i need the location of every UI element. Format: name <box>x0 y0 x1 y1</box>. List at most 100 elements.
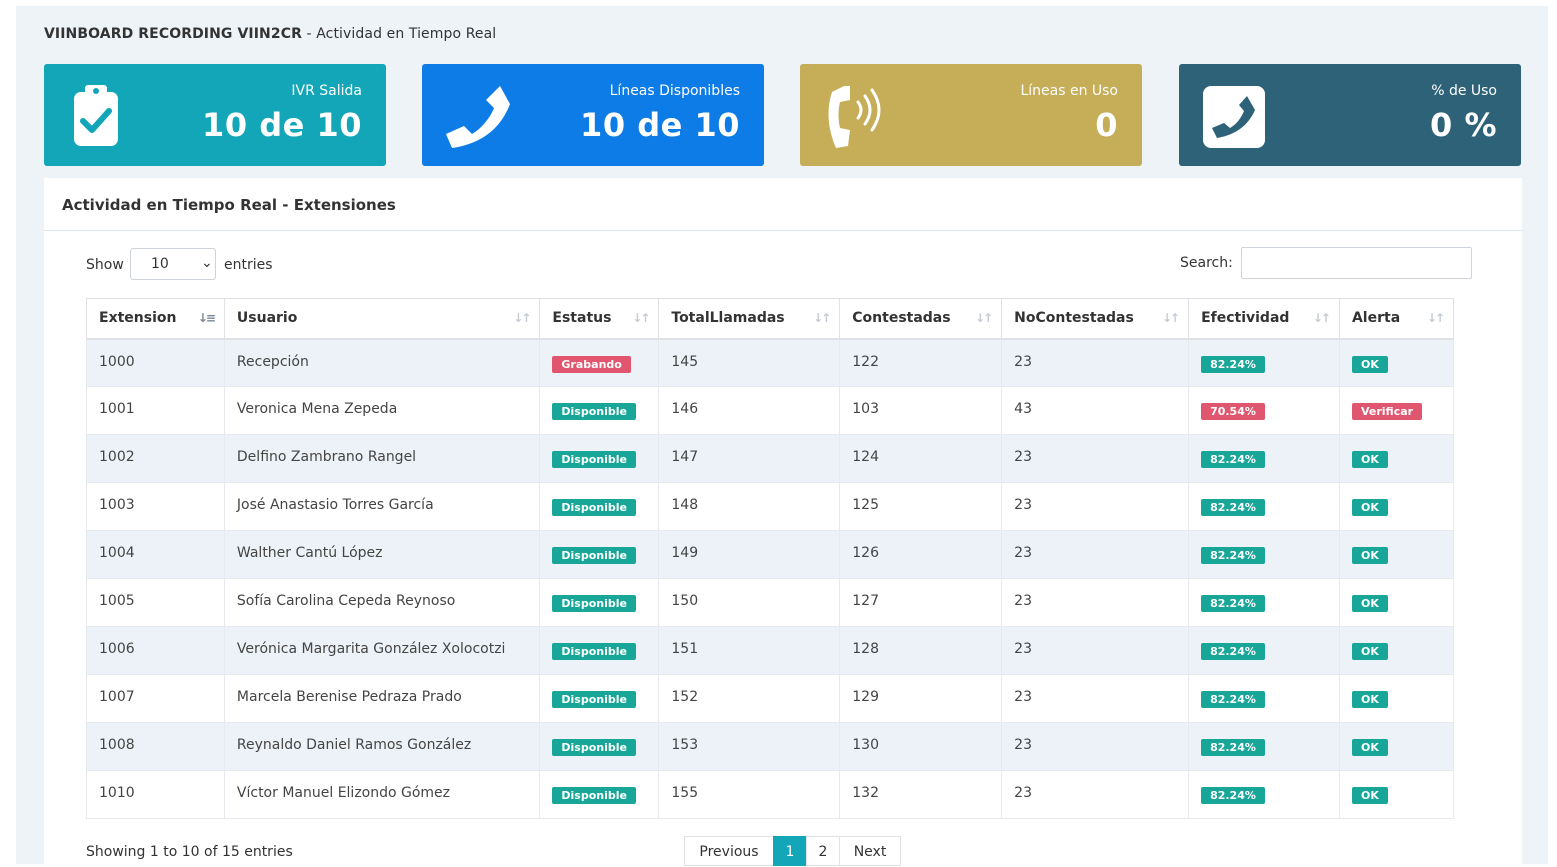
cell-efectividad: 82.24% <box>1188 482 1340 531</box>
cell-usuario: Veronica Mena Zepeda <box>223 386 541 435</box>
phone-ringing-icon <box>828 86 881 148</box>
cell-nocontestadas: 23 <box>1001 338 1190 387</box>
cell-usuario: Reynaldo Daniel Ramos González <box>223 722 541 771</box>
cell-contestadas: 127 <box>839 578 1003 627</box>
cell-contestadas: 122 <box>839 338 1003 387</box>
cell-estatus: Disponible <box>539 482 660 531</box>
page-1-button[interactable]: 1 <box>773 836 807 866</box>
header-extension[interactable]: Extension ↓≡ <box>86 298 225 340</box>
cell-extension: 1006 <box>86 626 225 675</box>
cell-estatus-badge: Disponible <box>552 451 636 468</box>
header-totalllamadas[interactable]: TotalLlamadas ↓↑ <box>658 298 841 340</box>
cell-nocontestadas: 23 <box>1001 530 1190 579</box>
cell-efectividad-badge: 82.24% <box>1201 355 1265 373</box>
cell-totalllamadas: 148 <box>658 482 841 531</box>
show-label: Show <box>86 257 124 273</box>
cell-alerta: OK <box>1338 770 1455 819</box>
entries-select[interactable]: 10 ⌄ <box>130 248 216 280</box>
cell-totalllamadas: 145 <box>658 338 841 387</box>
phone-icon <box>446 86 510 148</box>
cell-estatus-badge: Disponible <box>552 739 636 756</box>
cell-contestadas: 128 <box>839 626 1003 675</box>
sort-icon: ↓↑ <box>975 311 993 325</box>
cell-estatus: Disponible <box>539 530 660 579</box>
cell-nocontestadas: 23 <box>1001 626 1190 675</box>
card-value: 0 <box>1095 106 1118 144</box>
cell-extension: 1008 <box>86 722 225 771</box>
cell-extension: 1004 <box>86 530 225 579</box>
card-value: 10 de 10 <box>202 106 362 144</box>
cell-alerta-badge: OK <box>1351 643 1388 660</box>
cell-alerta: OK <box>1338 530 1455 579</box>
cell-alerta: Verificar <box>1338 386 1455 435</box>
cell-usuario: Delfino Zambrano Rangel <box>223 434 541 483</box>
header-contestadas[interactable]: Contestadas ↓↑ <box>839 298 1003 340</box>
cell-contestadas: 129 <box>839 674 1003 723</box>
header-nocontestadas[interactable]: NoContestadas ↓↑ <box>1001 298 1190 340</box>
sort-icon: ↓↑ <box>632 311 650 325</box>
cell-usuario: José Anastasio Torres García <box>223 482 541 531</box>
card-ivr-salida: IVR Salida 10 de 10 <box>44 64 386 166</box>
page-title: VIINBOARD RECORDING VIIN2CR - Actividad … <box>44 26 497 42</box>
cell-efectividad-badge: 82.24% <box>1201 595 1265 612</box>
entries-select-value: 10 <box>151 256 169 272</box>
card-lineas-disponibles: Líneas Disponibles 10 de 10 <box>422 64 764 166</box>
cell-totalllamadas: 151 <box>658 626 841 675</box>
cell-alerta-badge: OK <box>1351 691 1388 708</box>
cell-alerta-badge: OK <box>1351 355 1388 373</box>
cell-alerta-badge: OK <box>1351 451 1388 468</box>
panel-title: Actividad en Tiempo Real - Extensiones <box>62 196 396 214</box>
header-efectividad[interactable]: Efectividad ↓↑ <box>1188 298 1340 340</box>
cell-efectividad: 82.24% <box>1188 338 1340 387</box>
cell-contestadas: 130 <box>839 722 1003 771</box>
cell-extension: 1005 <box>86 578 225 627</box>
header-usuario[interactable]: Usuario ↓↑ <box>223 298 541 340</box>
table-info: Showing 1 to 10 of 15 entries <box>86 844 293 860</box>
cell-efectividad: 82.24% <box>1188 722 1340 771</box>
phone-square-icon <box>1203 86 1265 148</box>
cell-estatus: Disponible <box>539 386 660 435</box>
previous-button[interactable]: Previous <box>684 836 774 866</box>
cell-estatus: Disponible <box>539 770 660 819</box>
cell-totalllamadas: 155 <box>658 770 841 819</box>
sort-icon: ↓↑ <box>1161 311 1180 325</box>
search-label: Search: <box>1180 255 1233 271</box>
table-row: 1007 Marcela Berenise Pedraza Prado Dispon… <box>86 674 1455 723</box>
next-button[interactable]: Next <box>839 836 901 866</box>
cell-alerta-badge: OK <box>1351 787 1388 804</box>
header-estatus[interactable]: Estatus ↓↑ <box>539 298 660 340</box>
cell-totalllamadas: 150 <box>658 578 841 627</box>
cell-alerta-badge: OK <box>1351 739 1388 756</box>
dashboard-page: VIINBOARD RECORDING VIIN2CR - Actividad … <box>16 6 1548 866</box>
table-header-row: Extension ↓≡ Usuario ↓↑ Estatus ↓↑ TotalLla… <box>86 298 1455 340</box>
cell-usuario: Walther Cantú López <box>223 530 541 579</box>
cell-estatus: Disponible <box>539 626 660 675</box>
card-porcentaje-uso: % de Uso 0 % <box>1179 64 1521 166</box>
cell-efectividad: 82.24% <box>1188 434 1340 483</box>
search-input[interactable] <box>1241 247 1472 279</box>
table-body: 1000 Recepción Grabando 145 122 23 82.24% OK 100… <box>86 338 1455 819</box>
table-row: 1006 Verónica Margarita González Xolocotz… <box>86 626 1455 675</box>
cell-estatus: Disponible <box>539 722 660 771</box>
cell-usuario: Verónica Margarita González Xolocotzi <box>223 626 541 675</box>
cell-extension: 1001 <box>86 386 225 435</box>
cell-efectividad: 82.24% <box>1188 578 1340 627</box>
header-alerta[interactable]: Alerta ↓↑ <box>1338 298 1455 340</box>
cell-efectividad-badge: 82.24% <box>1201 547 1265 564</box>
page-2-button[interactable]: 2 <box>806 836 840 866</box>
card-value: 0 % <box>1430 106 1497 144</box>
table-row: 1005 Sofía Carolina Cepeda Reynoso Disponi… <box>86 578 1455 627</box>
cell-alerta-badge: Verificar <box>1351 403 1423 420</box>
clipboard-check-icon <box>74 85 118 146</box>
chevron-down-icon: ⌄ <box>201 255 213 271</box>
cell-alerta: OK <box>1338 626 1455 675</box>
cell-alerta: OK <box>1338 722 1455 771</box>
cell-estatus-badge: Disponible <box>552 691 636 708</box>
cell-nocontestadas: 23 <box>1001 722 1190 771</box>
extensions-table: Extension ↓≡ Usuario ↓↑ Estatus ↓↑ TotalLla… <box>86 298 1455 819</box>
table-row: 1003 José Anastasio Torres García Disponib… <box>86 482 1455 531</box>
cell-contestadas: 103 <box>839 386 1003 435</box>
cell-estatus: Disponible <box>539 674 660 723</box>
cell-alerta-badge: OK <box>1351 499 1388 516</box>
panel-header: Actividad en Tiempo Real - Extensiones <box>44 178 1522 231</box>
